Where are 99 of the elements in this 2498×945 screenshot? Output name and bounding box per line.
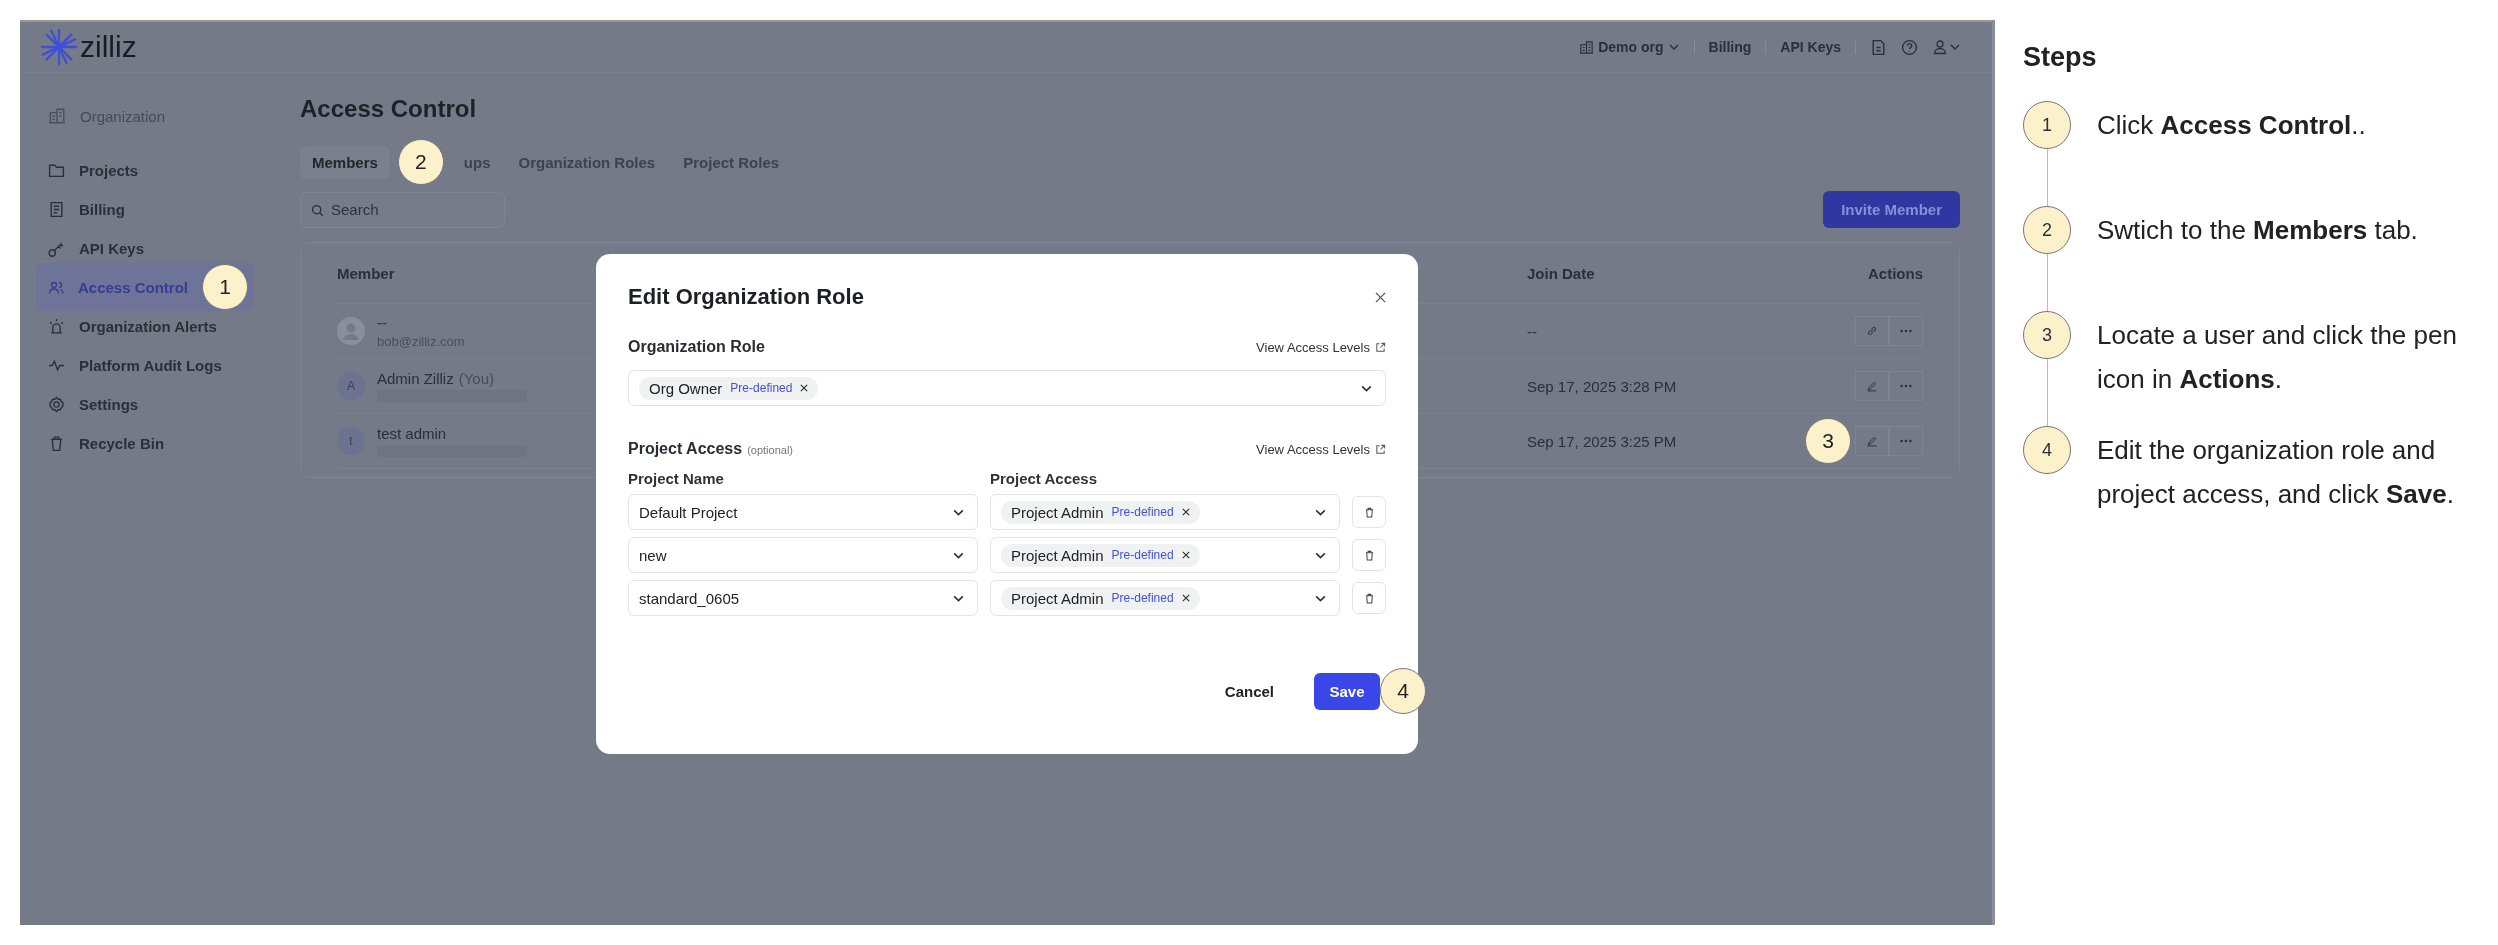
project-select[interactable]: Default Project bbox=[628, 494, 978, 530]
sidebar-item[interactable]: Recycle Bin bbox=[36, 426, 254, 460]
join-date: Sep 17, 2025 3:25 PM bbox=[1527, 432, 1678, 450]
section-label: Project Access bbox=[628, 440, 743, 458]
role-label: Project Admin bbox=[1011, 503, 1104, 521]
step-marker: 2 bbox=[397, 139, 444, 185]
column-header: Member bbox=[337, 264, 396, 282]
folder-icon bbox=[48, 161, 65, 179]
delete-button[interactable] bbox=[1352, 496, 1386, 528]
step-text: Edit the organization role and project access, and click Save. bbox=[2097, 434, 2455, 511]
help-icon[interactable] bbox=[1901, 38, 1918, 56]
save-button[interactable]: Save bbox=[1314, 672, 1380, 710]
org-switcher[interactable]: Demo org bbox=[1579, 39, 1680, 55]
building-icon bbox=[48, 107, 66, 125]
close-icon[interactable] bbox=[1375, 291, 1386, 303]
pen-icon bbox=[1866, 435, 1878, 447]
trash-icon bbox=[1363, 506, 1375, 518]
step-marker: 3 bbox=[1805, 418, 1851, 464]
column-label: Project Access bbox=[990, 470, 1098, 487]
document-icon bbox=[48, 200, 65, 218]
sidebar-item[interactable]: API Keys bbox=[36, 231, 254, 265]
delete-button[interactable] bbox=[1352, 539, 1386, 571]
predefined-tag: Pre-defined bbox=[730, 381, 793, 395]
role-label: Project Admin bbox=[1011, 589, 1104, 607]
member-name: -- bbox=[377, 313, 387, 331]
edit-button[interactable] bbox=[1855, 426, 1889, 456]
avatar: A bbox=[337, 372, 365, 400]
alarm-icon bbox=[48, 317, 65, 335]
column-header: Join Date bbox=[1527, 264, 1596, 282]
page-title: Access Control bbox=[300, 95, 478, 123]
header-link[interactable]: API Keys bbox=[1780, 39, 1841, 55]
remove-icon[interactable] bbox=[800, 384, 809, 392]
step-number: 4 bbox=[2023, 426, 2071, 474]
link-button[interactable] bbox=[1855, 316, 1889, 346]
step-text: Click Access Control.. bbox=[2097, 109, 2367, 142]
document-icon[interactable] bbox=[1870, 38, 1887, 56]
pen-icon bbox=[1866, 380, 1878, 392]
tab[interactable]: Organization Roles bbox=[506, 145, 668, 179]
sidebar-item[interactable]: Billing bbox=[36, 192, 254, 226]
member-name: Admin Zilliz bbox=[377, 370, 454, 387]
section-label: Organization Role bbox=[628, 338, 765, 356]
column-label: Project Name bbox=[628, 470, 725, 487]
avatar: t bbox=[337, 427, 365, 455]
tab[interactable]: ups bbox=[451, 145, 503, 179]
sidebar-item[interactable]: Access Control 1 bbox=[36, 263, 254, 311]
gear-icon bbox=[48, 395, 65, 413]
remove-icon[interactable] bbox=[1181, 594, 1190, 602]
step-number: 3 bbox=[2023, 311, 2071, 359]
project-select[interactable]: standard_0605 bbox=[628, 580, 978, 616]
tab[interactable]: Project Roles bbox=[671, 145, 792, 179]
external-link-icon bbox=[1375, 341, 1386, 353]
header-link[interactable]: Billing bbox=[1708, 39, 1752, 55]
trash-icon bbox=[1363, 592, 1375, 604]
dialog-title: Edit Organization Role bbox=[628, 284, 864, 310]
search-icon bbox=[311, 203, 324, 217]
sidebar-item[interactable]: Platform Audit Logs bbox=[36, 348, 254, 382]
step-number: 1 bbox=[2023, 101, 2071, 149]
invite-member-button[interactable]: Invite Member bbox=[1823, 191, 1960, 228]
remove-icon[interactable] bbox=[1181, 508, 1190, 516]
cancel-button[interactable]: Cancel bbox=[1218, 681, 1280, 701]
sidebar-item[interactable]: Organization Alerts bbox=[36, 309, 254, 343]
access-select[interactable]: Project Admin Pre-defined bbox=[990, 580, 1340, 616]
trash-icon bbox=[1363, 549, 1375, 561]
trash-icon bbox=[48, 434, 65, 452]
delete-button[interactable] bbox=[1352, 582, 1386, 614]
sidebar-item[interactable]: Settings bbox=[36, 387, 254, 421]
external-link-icon bbox=[1375, 443, 1386, 455]
step-text: Locate a user and click the pen icon in Actions. bbox=[2097, 319, 2458, 396]
access-select[interactable]: Project Admin Pre-defined bbox=[990, 537, 1340, 573]
step-text: Swtich to the Members tab. bbox=[2097, 214, 2419, 247]
step-number: 2 bbox=[2023, 206, 2071, 254]
role-label: Project Admin bbox=[1011, 546, 1104, 564]
logo-icon bbox=[40, 28, 78, 66]
link-icon bbox=[1866, 325, 1878, 337]
tab[interactable]: Members bbox=[300, 145, 390, 179]
edit-button[interactable] bbox=[1855, 371, 1889, 401]
join-date: Sep 17, 2025 3:28 PM bbox=[1527, 377, 1678, 395]
optional-note: (optional) bbox=[747, 444, 793, 456]
view-access-levels-link[interactable]: View Access Levels bbox=[1256, 441, 1386, 457]
step-marker: 1 bbox=[202, 264, 248, 310]
sidebar-item[interactable]: Projects bbox=[36, 153, 254, 187]
predefined-tag: Pre-defined bbox=[1111, 591, 1174, 605]
user-menu-icon[interactable] bbox=[1932, 39, 1962, 55]
access-select[interactable]: Project Admin Pre-defined bbox=[990, 494, 1340, 530]
logo-text: zilliz bbox=[80, 30, 137, 64]
project-select[interactable]: new bbox=[628, 537, 978, 573]
step-marker: 4 bbox=[1380, 668, 1426, 714]
role-label: Org Owner bbox=[649, 379, 723, 397]
member-name: test admin bbox=[377, 425, 447, 442]
view-access-levels-link[interactable]: View Access Levels bbox=[1256, 339, 1386, 355]
join-date: -- bbox=[1527, 322, 1538, 340]
predefined-tag: Pre-defined bbox=[1111, 505, 1174, 519]
building-icon bbox=[1579, 39, 1595, 55]
search-field[interactable]: Search bbox=[300, 191, 505, 228]
remove-icon[interactable] bbox=[1181, 551, 1190, 559]
column-header: Actions bbox=[1867, 264, 1923, 282]
predefined-tag: Pre-defined bbox=[1111, 548, 1174, 562]
steps-title: Steps bbox=[2023, 42, 2098, 73]
org-role-select[interactable]: Org Owner Pre-defined bbox=[628, 370, 1386, 406]
